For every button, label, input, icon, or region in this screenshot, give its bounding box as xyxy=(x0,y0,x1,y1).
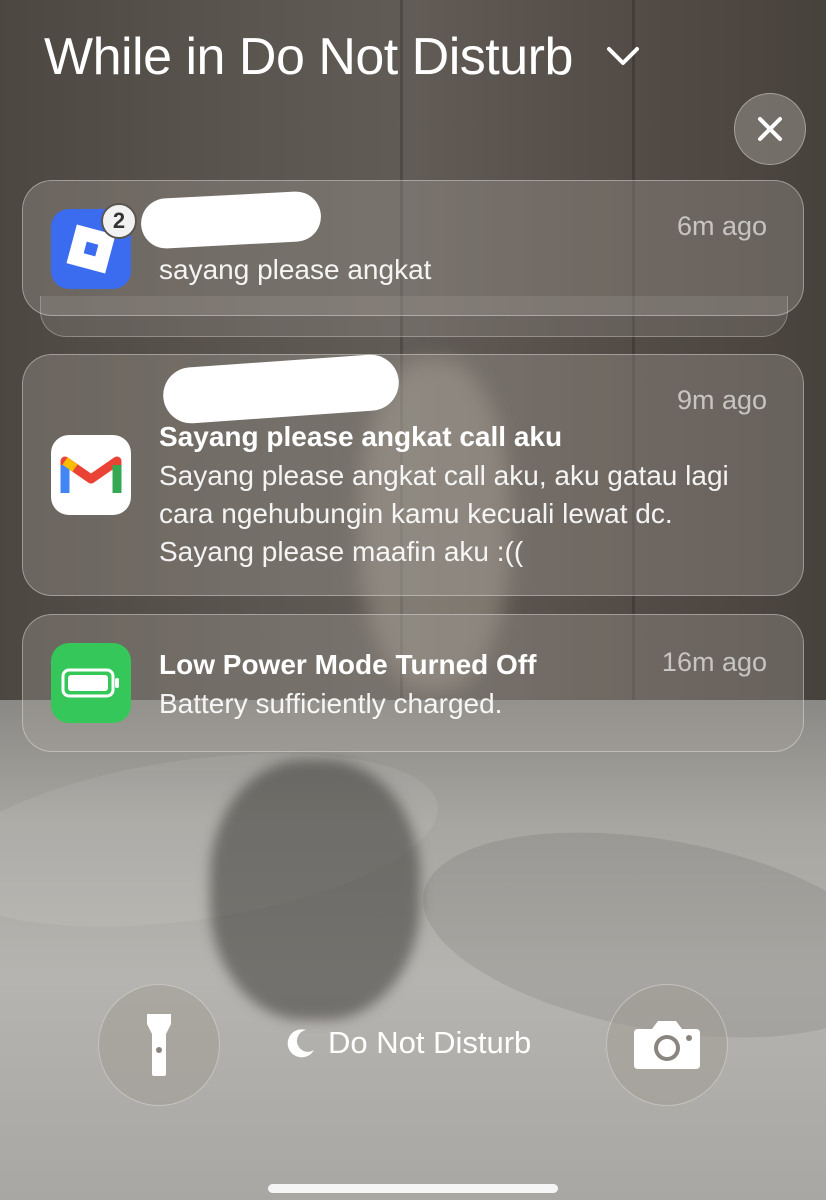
notification-title: Sayang please angkat call aku xyxy=(159,421,563,452)
flashlight-button[interactable] xyxy=(98,984,220,1106)
notification-time: 6m ago xyxy=(676,211,767,241)
focus-indicator[interactable]: Do Not Disturb xyxy=(284,1025,531,1061)
home-indicator[interactable] xyxy=(268,1184,558,1193)
notification-title: Low Power Mode Turned Off xyxy=(159,649,537,680)
notification-body: Sayang please angkat call aku, aku gatau… xyxy=(159,460,729,567)
close-icon xyxy=(758,117,782,141)
flashlight-icon xyxy=(147,1014,171,1076)
battery-icon xyxy=(51,643,131,723)
notification-body: sayang please angkat xyxy=(159,254,432,285)
notification-gmail[interactable]: 9m ago Sayang please angkat call aku Say… xyxy=(22,352,804,596)
camera-icon xyxy=(634,1021,700,1069)
notification-time: 16m ago xyxy=(661,647,767,677)
moon-icon xyxy=(287,1029,314,1058)
redacted-sender xyxy=(139,190,323,250)
chevron-down-icon xyxy=(606,47,639,65)
notification-count-badge: 2 xyxy=(101,203,137,239)
redacted-sender xyxy=(161,352,401,426)
gmail-icon xyxy=(51,435,131,515)
notification-roblox[interactable]: 2 6m ago sayang please angkat xyxy=(22,180,804,316)
focus-header[interactable]: While in Do Not Disturb xyxy=(44,26,643,88)
close-button[interactable] xyxy=(734,93,806,165)
notification-battery[interactable]: 16m ago Low Power Mode Turned Off Batter… xyxy=(22,614,804,752)
focus-label: Do Not Disturb xyxy=(328,1025,532,1060)
header-title: While in Do Not Disturb xyxy=(44,28,573,86)
notification-body: Battery sufficiently charged. xyxy=(159,688,503,719)
camera-button[interactable] xyxy=(606,984,728,1106)
notification-time: 9m ago xyxy=(676,385,767,415)
